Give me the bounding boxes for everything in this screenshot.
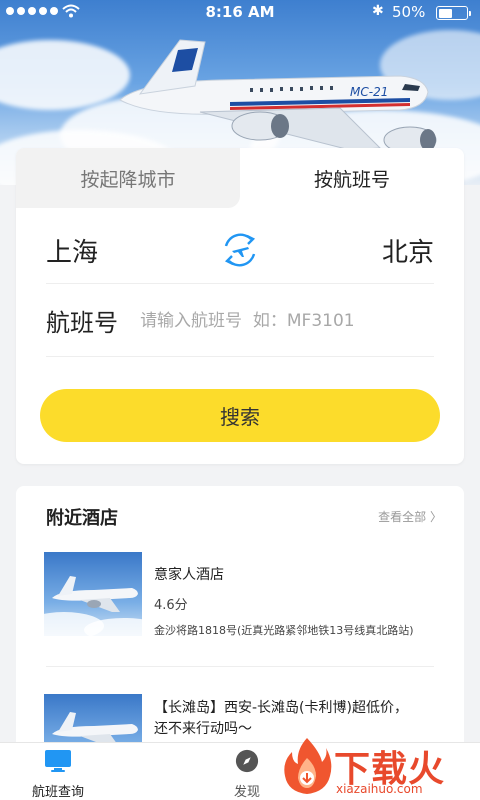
route-row: 上海 北京 [46,218,434,284]
hotel-name: 意家人酒店 [154,567,224,583]
watermark-url: xiazaihuo.com [336,782,423,796]
search-mode-tabs: 按起降城市 按航班号 [16,148,464,208]
monitor-icon [45,750,71,772]
search-button[interactable]: 搜索 [40,389,440,442]
flight-number-input[interactable] [140,310,434,331]
battery-percent: 50% [392,3,426,21]
compass-icon [235,749,259,773]
swap-plane-icon[interactable] [220,230,260,270]
hotel-score: 4.6分 [154,598,188,613]
tab-label: 发现 [233,785,260,800]
departure-city[interactable]: 上海 [46,232,98,269]
arrival-city[interactable]: 北京 [382,232,434,269]
view-all-link[interactable]: 查看全部 〉 [378,508,442,525]
airplane-image: MC-21 [119,39,437,154]
watermark: 下载火 xiazaihuo.com [282,734,478,798]
plane-livery-text: MC-21 [350,85,388,99]
hotel-thumbnail [44,552,142,636]
battery-icon [436,6,471,20]
flight-number-row: 航班号 [46,285,434,357]
hotel-address: 金沙将路1818号(近真光路紧邻地铁13号线真北路站) [154,624,414,637]
flight-search-card: 按起降城市 按航班号 上海 北京 航班号 搜索 [16,148,464,464]
flame-logo-icon [284,738,332,794]
tab-by-city[interactable]: 按起降城市 [16,148,240,208]
list-divider [46,666,434,667]
status-bar: 8:16 AM ✱ 50% [0,0,480,24]
tab-label: 航班查询 [31,785,84,800]
hotel-list-item[interactable]: 意家人酒店 4.6分 金沙将路1818号(近真光路紧邻地铁13号线真北路站) [44,552,434,652]
section-header: 附近酒店 查看全部 〉 [46,504,442,530]
tab-by-flight-number[interactable]: 按航班号 [240,148,464,208]
flight-number-label: 航班号 [46,309,118,337]
tab-discover[interactable]: 发现 [207,749,287,800]
tab-flight-query[interactable]: 航班查询 [18,749,98,800]
bluetooth-icon: ✱ [372,3,384,19]
